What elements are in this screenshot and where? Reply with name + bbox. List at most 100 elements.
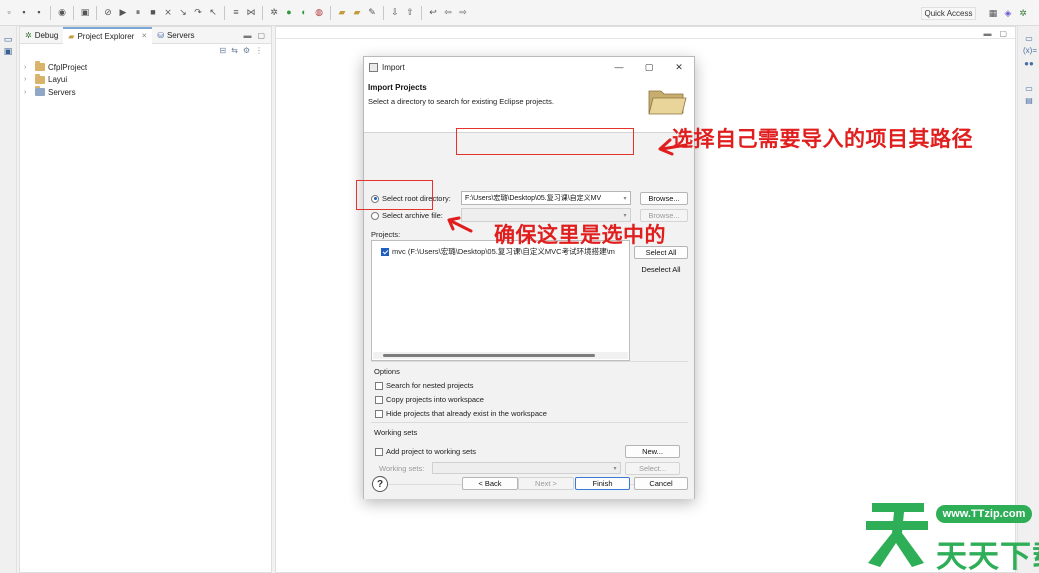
minimize-icon[interactable]: — (604, 62, 634, 73)
maximize-icon[interactable]: ▢ (257, 31, 265, 40)
open-folder-icon (648, 90, 687, 115)
run-icon[interactable]: ● (283, 7, 295, 19)
finish-button[interactable]: Finish (575, 477, 630, 490)
tab-servers[interactable]: ⛁ Servers (152, 27, 199, 44)
nested-label: Search for nested projects (386, 381, 474, 390)
link-editor-icon[interactable]: ⇆ (231, 46, 238, 55)
tab-debug[interactable]: ✲ Debug (20, 27, 63, 44)
skip-breakpoints-icon[interactable]: ⊘ (102, 7, 114, 19)
new-icon[interactable]: ▫ (3, 7, 15, 19)
check-annotation: 确保这里是选中的 (494, 223, 666, 247)
root-dir-value: F:\Users\宏璐\Desktop\05.复习课\自定义MV (465, 195, 602, 202)
minimize-icon[interactable]: ▬ (983, 29, 991, 38)
maximize-icon[interactable]: ▢ (634, 62, 664, 73)
option-copy[interactable]: Copy projects into workspace (375, 394, 484, 405)
back-button[interactable]: < Back (462, 477, 518, 490)
open-perspective-icon[interactable]: ▦ (987, 7, 999, 19)
use-step-filters-icon[interactable]: ⋈ (245, 7, 257, 19)
archive-option[interactable]: Select archive file: (371, 210, 443, 221)
tree-item-servers[interactable]: › Servers (20, 86, 271, 99)
step-into-icon[interactable]: ↘ (177, 7, 189, 19)
variables-icon[interactable]: (x)= (1023, 46, 1037, 56)
terminate-icon[interactable]: ■ (147, 7, 159, 19)
java-ee-perspective-icon[interactable]: ◈ (1002, 7, 1014, 19)
collapse-all-icon[interactable]: ⊟ (219, 46, 226, 55)
tree-item-cfplproject[interactable]: › CfplProject (20, 61, 271, 74)
chevron-down-icon[interactable]: ▾ (620, 195, 630, 202)
project-checkbox[interactable] (381, 247, 389, 256)
last-edit-icon[interactable]: ↩ (427, 7, 439, 19)
suspend-icon[interactable]: ⏸ (132, 7, 144, 19)
pen-icon[interactable]: ✎ (366, 7, 378, 19)
archive-radio[interactable] (371, 211, 379, 220)
quick-access-field[interactable]: Quick Access (921, 7, 976, 20)
working-sets-checkbox[interactable] (375, 447, 383, 456)
nested-checkbox[interactable] (375, 381, 383, 390)
editor-controls: ▬ ▢ (983, 29, 1007, 38)
projects-list[interactable]: mvc (F:\Users\宏璐\Desktop\05.复习课\自定义MVC考试… (371, 240, 630, 361)
copy-checkbox[interactable] (375, 395, 383, 404)
restore-icon[interactable]: ▭ (1023, 84, 1035, 94)
tab-label: Servers (166, 30, 195, 40)
restore-icon[interactable]: ▭ (1023, 34, 1035, 44)
debug-icon[interactable]: ✲ (268, 7, 280, 19)
next-button: Next > (518, 477, 574, 490)
drop-to-frame-icon[interactable]: ≡ (230, 7, 242, 19)
projects-label: Projects: (371, 230, 401, 239)
add-working-sets-option[interactable]: Add project to working sets (375, 446, 476, 457)
tab-project-explorer[interactable]: ▰ Project Explorer ✕ (63, 26, 153, 44)
close-icon[interactable]: ✕ (664, 62, 694, 73)
help-icon[interactable]: ? (372, 476, 388, 492)
save-icon[interactable]: ▪ (18, 7, 30, 19)
terminal-icon[interactable]: ▣ (79, 7, 91, 19)
hide-checkbox[interactable] (375, 409, 383, 418)
working-sets-divider (371, 422, 688, 423)
maximize-icon[interactable]: ▢ (999, 29, 1007, 38)
chevron-right-icon[interactable]: › (24, 64, 32, 71)
cancel-button[interactable]: Cancel (634, 477, 688, 490)
toolbar-separator (421, 5, 422, 20)
chevron-right-icon[interactable]: › (24, 76, 32, 83)
horizontal-scrollbar[interactable] (373, 352, 628, 359)
back-icon[interactable]: ⇦ (442, 7, 454, 19)
window-controls: — ▢ ✕ (604, 62, 694, 73)
toolbar-separator (262, 5, 263, 20)
project-icon (35, 73, 45, 84)
profile-icon[interactable]: ◉ (56, 7, 68, 19)
dialog-titlebar: Import — ▢ ✕ (364, 57, 694, 77)
option-nested[interactable]: Search for nested projects (375, 380, 474, 391)
toolbar-separator (330, 5, 331, 20)
tree-item-layui[interactable]: › Layui (20, 73, 271, 87)
forward-icon[interactable]: ⇨ (457, 7, 469, 19)
browse-root-button[interactable]: Browse... (640, 192, 688, 205)
save-all-icon[interactable]: ▪ (33, 7, 45, 19)
scrollbar-thumb[interactable] (383, 354, 595, 357)
view-menu-icon[interactable]: ⋮ (255, 46, 263, 55)
previous-annotation-icon[interactable]: ⇧ (404, 7, 416, 19)
open-folder-icon[interactable]: ▰ (351, 7, 363, 19)
restore-icon[interactable]: ▭ (3, 34, 13, 44)
copy-label: Copy projects into workspace (386, 395, 484, 404)
external-tools-icon[interactable]: ◍ (313, 7, 325, 19)
option-hide[interactable]: Hide projects that already exist in the … (375, 408, 547, 419)
console-icon[interactable]: ▤ (1023, 96, 1035, 106)
minimized-view-icon[interactable]: ▣ (3, 46, 13, 56)
disconnect-icon[interactable]: ⨯ (162, 7, 174, 19)
working-sets-label: Working sets (374, 428, 418, 437)
resume-icon[interactable]: ▶ (117, 7, 129, 19)
open-type-icon[interactable]: ▰ (336, 7, 348, 19)
close-icon[interactable]: ✕ (141, 32, 147, 40)
project-explorer-view: ✲ Debug ▰ Project Explorer ✕ ⛁ Servers ▬… (19, 26, 272, 573)
root-dir-combo[interactable]: F:\Users\宏璐\Desktop\05.复习课\自定义MV ▾ (461, 191, 631, 205)
run-coverage-icon[interactable]: ◐ (298, 7, 310, 19)
filter-icon[interactable]: ⚙ (243, 46, 250, 55)
new-working-set-button[interactable]: New... (625, 445, 680, 458)
breakpoints-icon[interactable]: ●● (1023, 59, 1035, 69)
next-annotation-icon[interactable]: ⇩ (389, 7, 401, 19)
deselect-all-button[interactable]: Deselect All (634, 263, 688, 276)
step-over-icon[interactable]: ↷ (192, 7, 204, 19)
step-return-icon[interactable]: ↖ (207, 7, 219, 19)
debug-perspective-icon[interactable]: ✲ (1017, 7, 1029, 19)
minimize-icon[interactable]: ▬ (243, 31, 251, 40)
chevron-right-icon[interactable]: › (24, 89, 32, 96)
